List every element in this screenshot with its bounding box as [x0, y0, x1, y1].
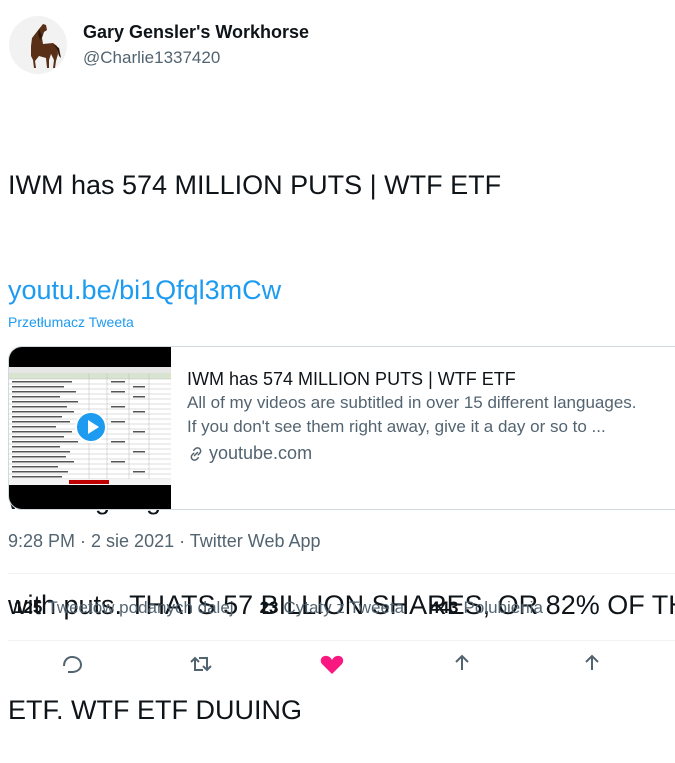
tweet-stats: 125 Tweetów podanych dalej 23 Cytaty z Twe…: [14, 598, 569, 618]
play-button[interactable]: [75, 411, 107, 443]
stat-label: Polubienia: [463, 598, 543, 617]
video-thumbnail[interactable]: [9, 347, 171, 509]
like-icon[interactable]: [319, 654, 345, 674]
stat-label: Tweetów podanych dalej: [47, 598, 234, 617]
card-domain[interactable]: youtube.com: [187, 443, 675, 464]
stat-count: 125: [14, 598, 43, 617]
link-preview-card[interactable]: IWM has 574 MILLION PUTS | WTF ETF All o…: [8, 346, 675, 510]
stat-count: 23: [259, 598, 279, 617]
play-icon: [88, 420, 99, 434]
more-icon[interactable]: [580, 654, 604, 674]
avatar[interactable]: [9, 16, 67, 74]
author-handle[interactable]: @Charlie1337420: [83, 48, 220, 68]
divider: [8, 640, 675, 641]
stat-label: Cytaty z Tweeta: [283, 598, 405, 617]
action-bar: [0, 654, 675, 674]
share-icon[interactable]: [450, 654, 474, 674]
tweet-text-line: IWM has 574 MILLION PUTS | WTF ETF: [8, 170, 502, 200]
card-description-line: If you don't see them right away, give i…: [187, 417, 606, 436]
card-domain-text: youtube.com: [209, 443, 313, 463]
card-text[interactable]: IWM has 574 MILLION PUTS | WTF ETF All o…: [187, 367, 675, 464]
likes-stat[interactable]: 443 Polubienia: [430, 598, 543, 618]
retweet-icon[interactable]: [188, 654, 214, 674]
tweet-text-line: ETF. WTF ETF DUUING: [8, 695, 302, 725]
card-title[interactable]: IWM has 574 MILLION PUTS | WTF ETF: [187, 367, 675, 391]
card-description-line: All of my videos are subtitled in over 1…: [187, 393, 637, 412]
quotes-stat[interactable]: 23 Cytaty z Tweeta: [260, 598, 405, 618]
divider: [8, 573, 675, 574]
tweet-link[interactable]: youtu.be/bi1Qfql3mCw: [8, 273, 675, 308]
translate-tweet-link[interactable]: Przetłumacz Tweeta: [8, 314, 134, 330]
link-icon: [190, 446, 202, 461]
horse-avatar-icon: [31, 24, 61, 68]
tweet-meta[interactable]: 9:28 PM · 2 sie 2021 · Twitter Web App: [8, 531, 321, 552]
reply-icon[interactable]: [60, 654, 84, 674]
retweets-stat[interactable]: 125 Tweetów podanych dalej: [14, 598, 234, 618]
author-name[interactable]: Gary Gensler's Workhorse: [83, 22, 309, 43]
stat-count: 443: [430, 598, 459, 617]
